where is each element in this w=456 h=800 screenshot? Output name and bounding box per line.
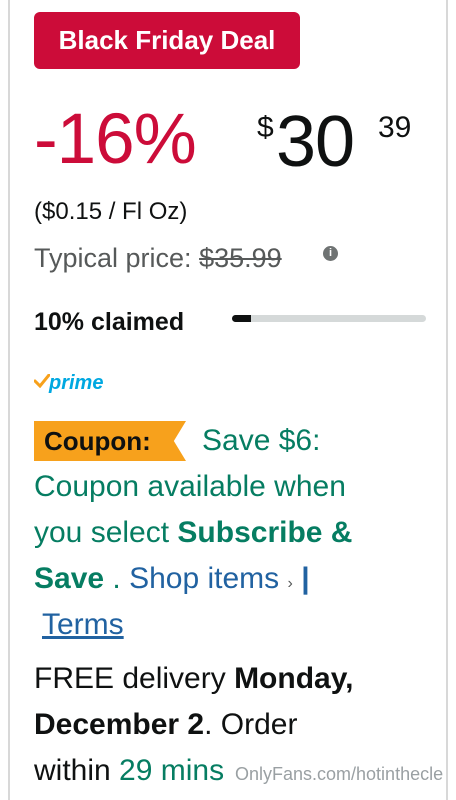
coupon-line-4: Save . Shop items › | bbox=[34, 556, 454, 607]
typical-price-label: Typical price: bbox=[34, 243, 192, 273]
link-separator: | bbox=[301, 562, 310, 595]
typical-price: Typical price: $35.99 bbox=[34, 243, 282, 274]
order-countdown: 29 mins bbox=[119, 754, 225, 787]
terms-link[interactable]: Terms bbox=[42, 602, 456, 648]
typical-price-value: $35.99 bbox=[199, 243, 282, 273]
discount-percent: -16% bbox=[34, 100, 197, 179]
delivery-day: Monday, bbox=[234, 662, 354, 695]
coupon-line-3: you select Subscribe & bbox=[34, 510, 454, 556]
coupon-save: Save $6: bbox=[202, 424, 321, 457]
price-whole: 30 bbox=[276, 102, 355, 182]
save-label: Save bbox=[34, 562, 105, 595]
delivery-date: December 2 bbox=[34, 708, 205, 741]
delivery-line-2: December 2. Order bbox=[34, 702, 434, 748]
shop-items-link[interactable]: Shop items bbox=[129, 562, 279, 595]
price-row: -16% $ 30 39 bbox=[34, 95, 434, 185]
coupon-line-2: Coupon available when bbox=[34, 470, 346, 503]
right-border bbox=[446, 0, 448, 800]
claimed-label: 10% claimed bbox=[34, 308, 185, 336]
subscribe-and-label: Subscribe & bbox=[177, 516, 353, 549]
delivery-line-1: FREE delivery Monday, bbox=[34, 656, 434, 702]
left-border bbox=[8, 0, 10, 800]
order-label: . Order bbox=[204, 708, 298, 741]
coupon-dot: . bbox=[104, 562, 130, 595]
price-currency: $ bbox=[257, 111, 274, 144]
free-delivery-label: FREE delivery bbox=[34, 662, 235, 695]
unit-price: ($0.15 / Fl Oz) bbox=[34, 198, 188, 225]
claimed-progress-fill bbox=[232, 315, 252, 322]
price-fraction: 39 bbox=[378, 111, 412, 144]
chevron-right-icon: › bbox=[287, 575, 293, 592]
claimed-progress-bar bbox=[232, 315, 426, 322]
black-friday-deal-badge: Black Friday Deal bbox=[34, 12, 300, 69]
prime-check-icon bbox=[34, 374, 50, 388]
info-icon[interactable]: i bbox=[323, 246, 338, 261]
coupon-select-text: you select bbox=[34, 516, 178, 549]
within-label: within bbox=[34, 754, 120, 787]
prime-label: prime bbox=[49, 372, 104, 394]
coupon-tag: Coupon: bbox=[34, 421, 186, 461]
watermark: OnlyFans.com/hotinthecle bbox=[235, 764, 444, 784]
